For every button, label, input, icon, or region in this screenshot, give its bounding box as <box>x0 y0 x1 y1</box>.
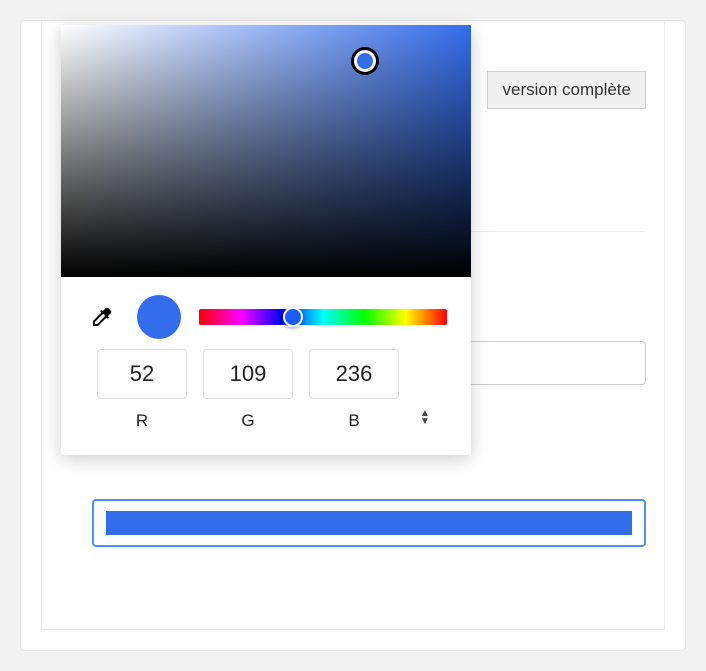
color-input[interactable] <box>92 499 646 547</box>
g-label: G <box>241 411 254 431</box>
picker-tools-row <box>61 277 471 349</box>
eyedropper-icon <box>90 305 114 329</box>
r-column: R <box>97 349 187 431</box>
g-column: G <box>203 349 293 431</box>
rgb-inputs-row: R G B ▲ ▼ <box>61 349 471 437</box>
b-input[interactable] <box>309 349 399 399</box>
full-version-button[interactable]: version complète <box>487 71 646 109</box>
r-label: R <box>136 411 148 431</box>
color-mode-switch[interactable]: ▲ ▼ <box>415 410 435 426</box>
color-swatch-bar <box>106 511 632 535</box>
b-column: B <box>309 349 399 431</box>
r-input[interactable] <box>97 349 187 399</box>
sv-handle[interactable] <box>354 50 376 72</box>
sv-black-gradient <box>61 25 471 277</box>
saturation-value-area[interactable] <box>61 25 471 277</box>
hue-handle[interactable] <box>283 307 303 327</box>
text-input-partial[interactable] <box>466 341 646 385</box>
page-card: version complète <box>20 20 686 651</box>
color-picker-popup: R G B ▲ ▼ <box>61 25 471 455</box>
g-input[interactable] <box>203 349 293 399</box>
hue-slider[interactable] <box>199 309 447 325</box>
b-label: B <box>348 411 359 431</box>
current-color-swatch <box>137 295 181 339</box>
chevron-down-icon: ▼ <box>420 418 430 426</box>
eyedropper-button[interactable] <box>85 300 119 334</box>
